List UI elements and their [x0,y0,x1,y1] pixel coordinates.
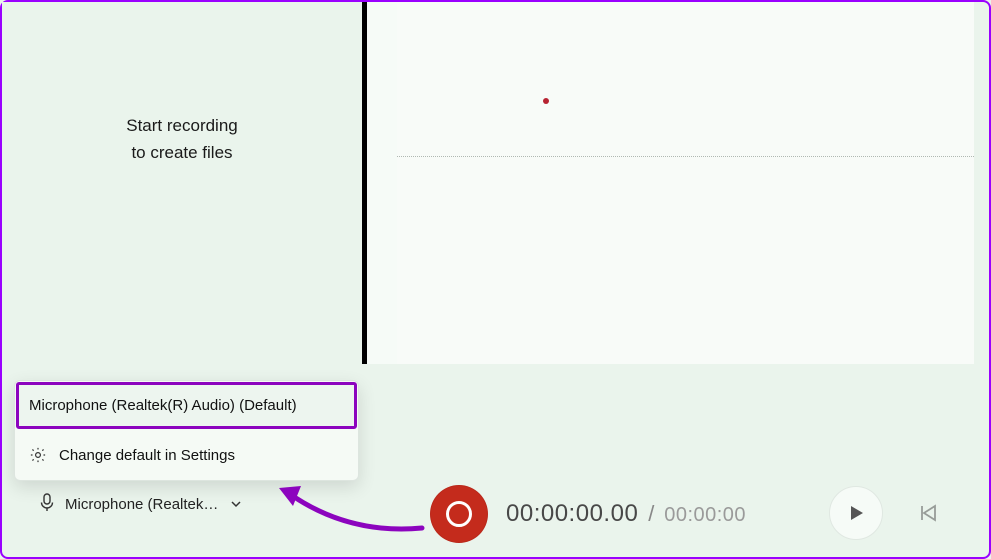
record-time-group: 00:00:00.00 / 00:00:00 [430,485,746,543]
waveform-center-line [397,156,974,157]
microphone-selector-label: Microphone (Realtek(... [65,496,220,513]
chevron-down-icon [230,498,242,510]
time-separator: / [648,501,654,526]
device-option-label: Microphone (Realtek(R) Audio) (Default) [29,397,297,414]
gear-icon [29,446,47,464]
time-display: 00:00:00.00 / 00:00:00 [506,500,746,528]
record-button[interactable] [430,485,488,543]
empty-state-message: Start recording to create files [2,112,362,166]
current-time: 00:00:00.00 [506,500,638,527]
device-option-realtek-default[interactable]: Microphone (Realtek(R) Audio) (Default) [16,382,357,429]
total-time: 00:00:00 [664,504,746,526]
waveform-inner [397,2,974,364]
playback-controls [829,486,945,540]
record-icon [446,501,472,527]
change-default-label: Change default in Settings [59,447,235,464]
skip-back-icon [918,503,938,523]
recordings-sidebar: Start recording to create files [2,2,362,362]
play-icon [847,504,865,522]
microphone-selector[interactable]: Microphone (Realtek(... [27,485,277,524]
waveform-canvas [367,2,974,364]
microphone-device-popup: Microphone (Realtek(R) Audio) (Default) … [14,380,359,481]
marker-dot [543,98,549,104]
microphone-icon [39,493,55,516]
play-button[interactable] [829,486,883,540]
empty-state-line2: to create files [131,143,232,162]
skip-back-button[interactable] [911,496,945,530]
empty-state-line1: Start recording [126,116,238,135]
